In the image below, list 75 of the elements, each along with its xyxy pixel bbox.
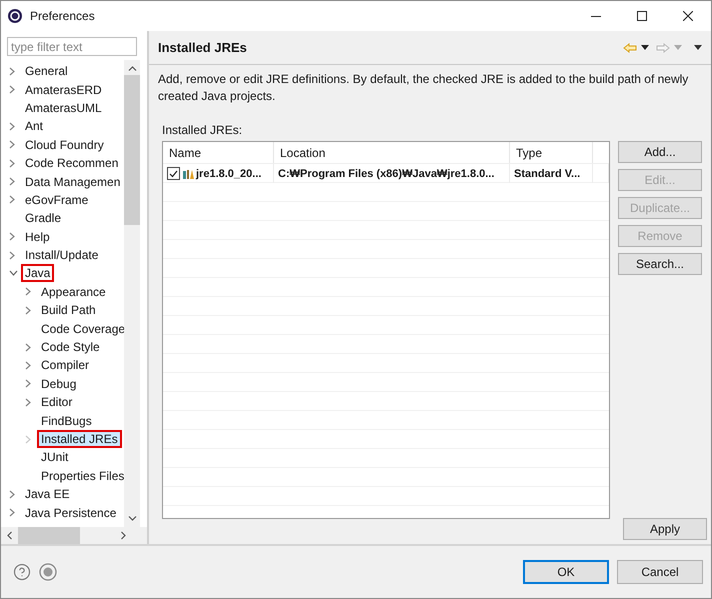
column-header[interactable]: Location: [274, 142, 510, 163]
tree-item[interactable]: Editor: [37, 393, 76, 412]
chevron-right-icon[interactable]: [9, 66, 15, 76]
column-header[interactable]: Type: [510, 142, 593, 163]
page-title: Installed JREs: [158, 40, 248, 55]
tree-item[interactable]: General: [21, 62, 72, 80]
library-icon: [182, 168, 194, 180]
window-title: Preferences: [30, 9, 96, 23]
tree-item[interactable]: Build Path: [37, 301, 100, 320]
tree-item[interactable]: Installed JREs: [37, 430, 122, 448]
filter-field[interactable]: type filter text: [7, 37, 137, 56]
side-button[interactable]: Search...: [618, 253, 702, 275]
chevron-right-icon[interactable]: [9, 122, 15, 131]
chevron-right-icon[interactable]: [9, 140, 15, 150]
chevron-right-icon[interactable]: [9, 232, 15, 242]
tree-item[interactable]: Help: [21, 228, 54, 246]
chevron-right-icon[interactable]: [9, 490, 15, 499]
chevron-right-icon[interactable]: [25, 306, 31, 315]
checkbox[interactable]: [167, 167, 180, 180]
table-cell: Standard V...: [510, 164, 593, 183]
app-icon: [7, 8, 23, 24]
tree-item[interactable]: Install/Update: [21, 246, 102, 264]
tree-item[interactable]: Compiler: [37, 356, 94, 374]
tree-item[interactable]: AmaterasUML: [21, 98, 106, 117]
chevron-right-icon[interactable]: [9, 195, 15, 204]
tree-item[interactable]: Java EE: [21, 485, 74, 504]
tree-item[interactable]: Code Recommen: [21, 154, 122, 172]
vertical-scrollbar[interactable]: [124, 60, 140, 527]
chevron-right-icon[interactable]: [25, 287, 31, 296]
horizontal-scrollbar[interactable]: [1, 527, 147, 544]
scrollbar-thumb[interactable]: [124, 75, 140, 225]
chevron-right-icon[interactable]: [9, 177, 15, 186]
table-cell: jre1.8.0_20...: [196, 168, 262, 180]
chevron-right-icon[interactable]: [25, 398, 31, 407]
column-header[interactable]: Name: [163, 142, 274, 163]
tree-item[interactable]: Java Persistence: [21, 504, 120, 522]
dialog-button[interactable]: Cancel: [617, 560, 703, 584]
scroll-left-icon[interactable]: [7, 531, 12, 540]
tree-item[interactable]: Ant: [21, 117, 48, 136]
list-label: Installed JREs:: [161, 122, 244, 139]
chevron-right-icon[interactable]: [25, 360, 31, 370]
chevron-right-icon[interactable]: [9, 85, 15, 94]
chevron-right-icon[interactable]: [9, 508, 15, 518]
tree-item[interactable]: Java: [21, 264, 54, 282]
scroll-down-icon[interactable]: [128, 516, 136, 521]
tree-item[interactable]: Appearance: [37, 282, 110, 301]
tree-item[interactable]: Debug: [37, 374, 80, 393]
chevron-right-icon[interactable]: [25, 342, 31, 352]
tree-item[interactable]: Code Style: [37, 338, 104, 356]
tree-item[interactable]: AmaterasERD: [21, 80, 106, 99]
tree-item[interactable]: JUnit: [37, 448, 72, 466]
dropdown-icon[interactable]: [640, 44, 650, 50]
tree-item[interactable]: Properties Files: [37, 466, 124, 485]
dialog-button[interactable]: OK: [523, 560, 609, 584]
tree-item[interactable]: Cloud Foundry: [21, 136, 108, 154]
tree-item[interactable]: FindBugs: [37, 412, 96, 430]
chevron-right-icon[interactable]: [9, 158, 15, 168]
help-icon[interactable]: [13, 563, 31, 581]
maximize-icon: [637, 11, 647, 21]
description-text: Add, remove or edit JRE definitions. By default, the checked JRE is added to the build path of newly created Java projects.: [157, 71, 690, 105]
chevron-right-icon[interactable]: [25, 379, 31, 388]
scroll-right-icon[interactable]: [121, 531, 126, 540]
scrollbar-thumb[interactable]: [18, 527, 80, 544]
record-icon[interactable]: [39, 563, 57, 581]
chevron-right-icon[interactable]: [9, 250, 15, 260]
chevron-down-icon[interactable]: [9, 270, 18, 276]
apply-button[interactable]: Apply: [623, 518, 707, 540]
close-icon: [683, 11, 693, 21]
table-cell: C:₩Program Files (x86)₩Java₩jre1.8.0...: [274, 164, 510, 183]
side-button[interactable]: Add...: [618, 141, 702, 163]
scroll-up-icon[interactable]: [128, 66, 136, 71]
tree-item[interactable]: Gradle: [21, 209, 66, 228]
menu-icon[interactable]: [693, 44, 703, 50]
tree-item[interactable]: Data Managemen: [21, 172, 124, 191]
tree-item[interactable]: eGovFrame: [21, 190, 92, 209]
